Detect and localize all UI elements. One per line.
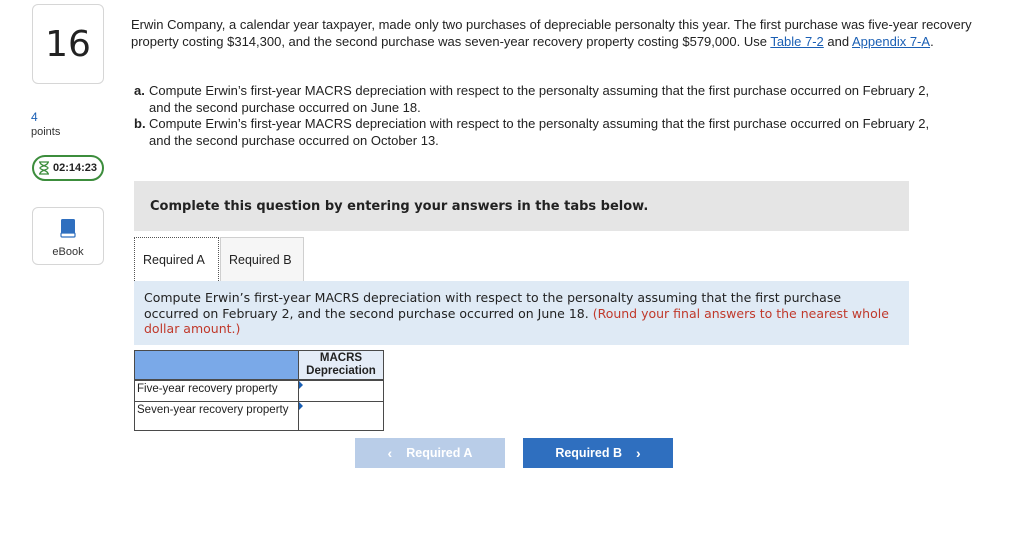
next-tab-button[interactable]: Required B ›	[523, 438, 673, 468]
next-tab-label: Required B	[555, 446, 622, 460]
ebook-button[interactable]: eBook	[32, 207, 104, 265]
prev-tab-label: Required A	[406, 446, 473, 460]
chevron-left-icon: ‹	[387, 445, 393, 461]
appendix-7a-link[interactable]: Appendix 7-A	[852, 34, 930, 49]
timer-value: 02:14:23	[53, 162, 98, 174]
problem-statement: Erwin Company, a calendar year taxpayer,…	[131, 17, 986, 50]
question-parts: a. Compute Erwin’s first-year MACRS depr…	[134, 83, 954, 149]
answer-tabs: Required A Required B	[134, 237, 304, 281]
chevron-right-icon: ›	[636, 445, 641, 461]
input-marker-icon	[299, 380, 303, 389]
row-label-five-year: Five-year recovery property	[134, 378, 299, 402]
header-blank-cell	[134, 350, 299, 380]
input-marker-icon	[299, 402, 303, 410]
part-text: Compute Erwin’s first-year MACRS depreci…	[149, 116, 930, 148]
instructions-banner: Complete this question by entering your …	[134, 181, 909, 231]
five-year-depreciation-input[interactable]	[299, 381, 383, 400]
tab-required-b[interactable]: Required B	[220, 237, 304, 281]
table-7-2-link[interactable]: Table 7-2	[770, 34, 823, 49]
tab-instruction: Compute Erwin’s first-year MACRS depreci…	[134, 281, 909, 345]
tab-required-a[interactable]: Required A	[134, 237, 219, 281]
book-icon	[60, 218, 76, 243]
seven-year-input-cell[interactable]	[298, 401, 384, 431]
answer-table: MACRS Depreciation Five-year recovery pr…	[134, 350, 384, 431]
part-letter: a.	[134, 83, 145, 98]
part-b: b. Compute Erwin’s first-year MACRS depr…	[134, 116, 954, 149]
ebook-label: eBook	[52, 246, 84, 258]
question-number: 16	[32, 4, 104, 84]
table-row: Seven-year recovery property	[134, 401, 384, 431]
table-row: Five-year recovery property	[134, 378, 384, 402]
header-macrs-depreciation: MACRS Depreciation	[298, 350, 384, 380]
table-header-row: MACRS Depreciation	[134, 350, 384, 380]
hourglass-icon	[38, 161, 50, 175]
part-text: Compute Erwin’s first-year MACRS depreci…	[149, 83, 930, 115]
part-letter: b.	[134, 116, 146, 131]
problem-text-end: .	[930, 33, 934, 49]
prev-tab-button[interactable]: ‹ Required A	[355, 438, 505, 468]
seven-year-depreciation-input[interactable]	[299, 407, 383, 425]
points-label: points	[31, 126, 61, 138]
five-year-input-cell[interactable]	[298, 378, 384, 402]
timer[interactable]: 02:14:23	[32, 155, 104, 181]
part-a: a. Compute Erwin’s first-year MACRS depr…	[134, 83, 954, 116]
problem-text-mid: and	[823, 33, 852, 49]
row-label-seven-year: Seven-year recovery property	[134, 401, 299, 431]
points-value: 4	[31, 110, 38, 124]
